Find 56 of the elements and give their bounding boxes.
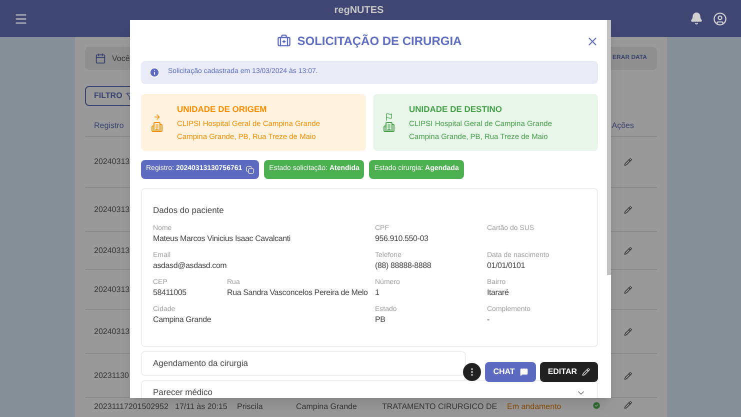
edit-icon[interactable]: [624, 206, 632, 214]
field-value: Mateus Marcos Vinicius Isaac Cavalcanti: [153, 234, 290, 243]
edit-icon[interactable]: [624, 328, 632, 336]
column-header: Ações: [612, 120, 634, 132]
table-cell: 20240313: [94, 204, 130, 216]
close-icon[interactable]: [586, 34, 599, 48]
table-cell-text: 20231117201502952: [94, 401, 170, 413]
table-cell: 20231130: [94, 370, 129, 382]
edit-icon[interactable]: [624, 372, 632, 380]
field-value: 58411005: [153, 288, 186, 297]
field-value: -: [487, 316, 490, 324]
card-title: Dados do paciente: [153, 204, 225, 217]
table-cell: 20240313: [94, 244, 130, 256]
field-value: PB: [375, 316, 386, 324]
check-icon: [592, 401, 601, 410]
info-icon: [149, 67, 160, 78]
table-cell-text: Em andamento: [507, 401, 562, 413]
edit-icon[interactable]: [624, 401, 632, 409]
copy-icon[interactable]: [246, 166, 254, 174]
column-header: Registro: [94, 120, 124, 132]
notification-icon[interactable]: [690, 12, 703, 25]
unit-title: UNIDADE DE ORIGEM: [177, 103, 268, 116]
field-value: Itararé: [487, 288, 509, 297]
table-cell-text: Campina Grande: [296, 401, 358, 413]
chat-icon: [520, 368, 528, 376]
field-value: Campina Grande: [153, 316, 212, 324]
menu-icon[interactable]: [14, 12, 28, 26]
more-button[interactable]: [463, 363, 482, 381]
calendar-icon: [95, 53, 106, 64]
table-cell-text: 17/11 às 20:15: [175, 401, 228, 413]
unit-title: UNIDADE DE DESTINO: [409, 103, 504, 116]
chat-button[interactable]: CHAT: [485, 362, 536, 382]
table-cell: 20240313: [94, 326, 130, 338]
edit-icon[interactable]: [624, 286, 632, 294]
edit-icon[interactable]: [624, 158, 632, 166]
field-value: Rua Sandra Vasconcelos Pereira de Melo: [227, 288, 368, 297]
edit-button[interactable]: EDITAR: [540, 362, 598, 382]
table-cell: 20240313: [94, 156, 130, 168]
table-cell-text: Priscila: [237, 401, 264, 413]
edit-icon[interactable]: [624, 246, 632, 254]
account-icon[interactable]: [713, 12, 727, 26]
field-value: 1: [375, 288, 380, 297]
logo: regNUTES: [334, 5, 384, 17]
medical-bag-icon: [277, 34, 292, 48]
accordion-section[interactable]: Agendamento da cirurgia: [141, 351, 466, 376]
pencil-icon: [582, 368, 590, 376]
field-value: 01/01/0101: [487, 262, 526, 270]
date-text: Você: [112, 52, 131, 64]
table-cell-text: TRATAMENTO CIRURGICO DE: [382, 401, 498, 413]
table-cell: 20240313: [94, 284, 130, 296]
building-flag-icon: [383, 112, 395, 132]
building-arrow-icon: [151, 112, 163, 132]
modal-title: SOLICITAÇÃO DE CIRURGIA: [297, 33, 462, 50]
field-value: 956.910.550-03: [375, 234, 428, 243]
field-value: (88) 88888-8888: [375, 262, 432, 270]
field-value: asdasd@asdasd.com: [153, 262, 227, 270]
